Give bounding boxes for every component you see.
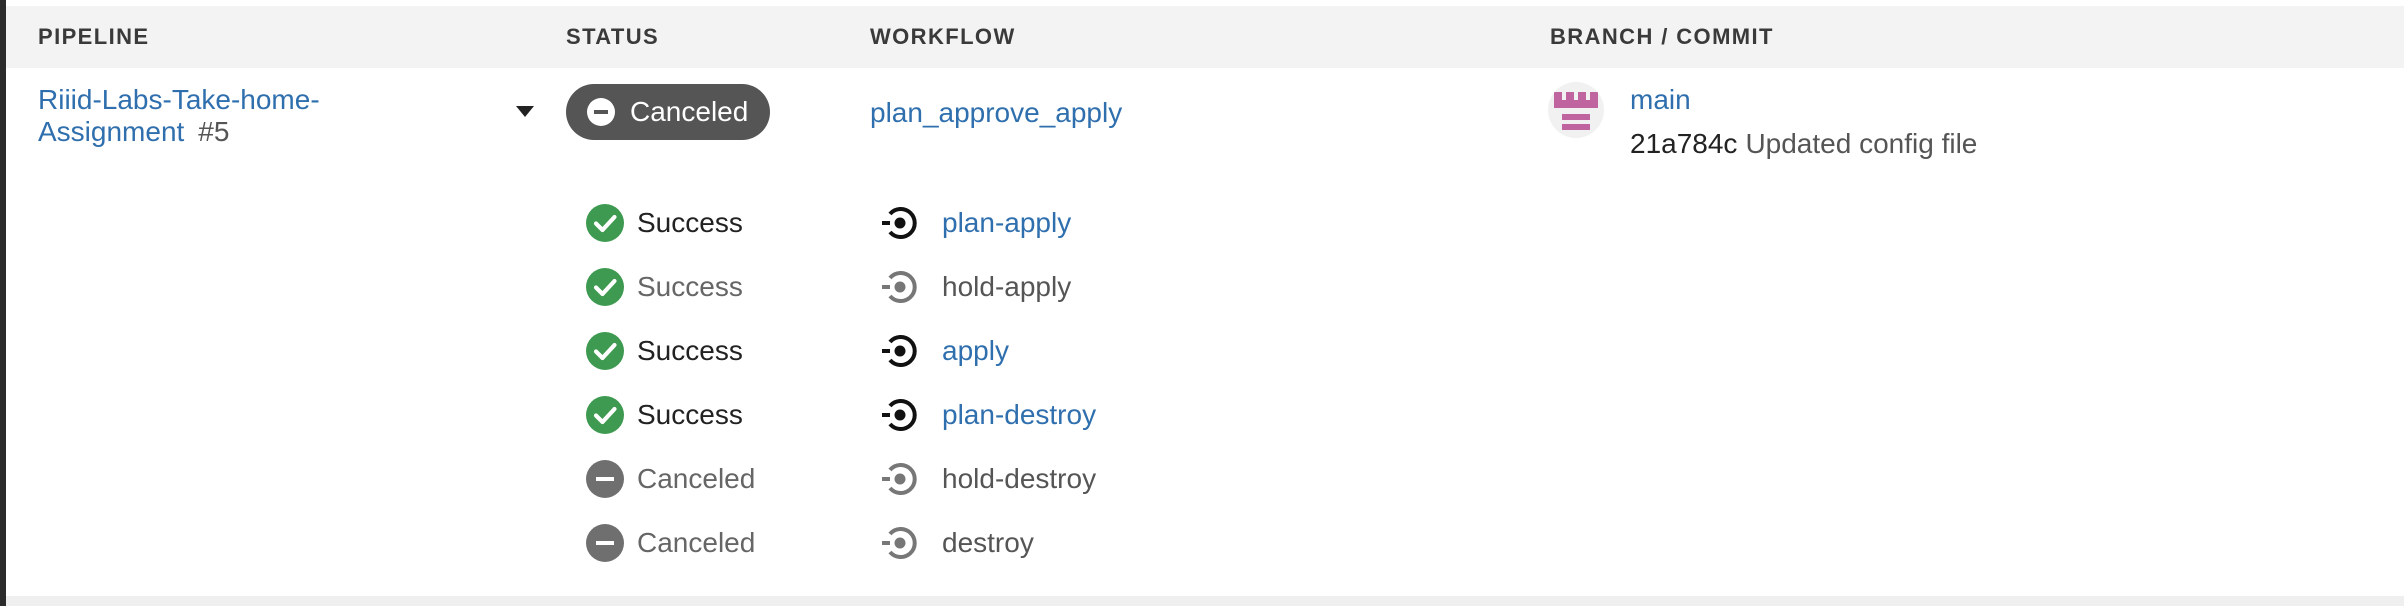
job-name-text: destroy <box>942 527 1034 558</box>
check-circle-icon <box>586 332 624 370</box>
column-header-pipeline: PIPELINE <box>38 24 150 49</box>
pipeline-name-line1[interactable]: Riiid-Labs-Take-home- <box>38 84 320 115</box>
job-name-text: hold-destroy <box>942 463 1097 494</box>
job-ring-icon <box>882 463 917 495</box>
minus-circle-icon <box>586 524 624 562</box>
left-edge-bar <box>0 0 6 606</box>
job-status-text: Success <box>637 271 743 302</box>
job-name-link[interactable]: plan-destroy <box>942 395 1096 435</box>
avatar <box>1548 82 1604 138</box>
table-header: PIPELINE STATUS WORKFLOW BRANCH / COMMIT <box>6 6 2404 68</box>
column-header-workflow: WORKFLOW <box>870 24 1016 49</box>
minus-circle-icon <box>587 98 615 126</box>
job-status-text: Canceled <box>637 463 756 494</box>
check-circle-icon <box>586 396 624 434</box>
job-name-text: hold-apply <box>942 271 1072 302</box>
pipeline-status-badge: Canceled <box>566 84 770 140</box>
row-divider <box>6 596 2404 606</box>
check-circle-icon <box>586 268 624 306</box>
pipeline-name-line2[interactable]: Assignment <box>38 116 184 147</box>
check-circle-icon <box>586 204 624 242</box>
column-header-status: STATUS <box>566 24 660 49</box>
commit-hash[interactable]: 21a784c <box>1630 128 1737 159</box>
caret-down-icon[interactable] <box>516 106 534 117</box>
commit-info: 21a784c Updated config file <box>1630 126 1977 162</box>
job-status-text: Success <box>637 399 743 430</box>
job-ring-icon <box>882 399 917 431</box>
job-name-link[interactable]: apply <box>942 331 1009 371</box>
commit-message: Updated config file <box>1745 128 1978 159</box>
minus-circle-icon <box>586 460 624 498</box>
column-header-branch-commit: BRANCH / COMMIT <box>1550 24 1774 49</box>
job-ring-icon <box>882 527 917 559</box>
job-ring-icon <box>882 271 917 303</box>
pipeline-status-text: Canceled <box>630 96 749 127</box>
job-name-link[interactable]: plan-apply <box>942 203 1071 243</box>
job-status-text: Canceled <box>637 527 756 558</box>
job-ring-icon <box>882 335 917 367</box>
pipeline-name-link[interactable]: Riiid-Labs-Take-home- Assignment #5 <box>38 84 368 148</box>
identicon-icon <box>1554 92 1598 130</box>
pipeline-number: #5 <box>198 116 230 147</box>
branch-link[interactable]: main <box>1630 82 1691 118</box>
workflow-link[interactable]: plan_approve_apply <box>870 96 1122 130</box>
job-status-text: Success <box>637 207 743 238</box>
job-ring-icon <box>882 207 917 239</box>
job-status-text: Success <box>637 335 743 366</box>
